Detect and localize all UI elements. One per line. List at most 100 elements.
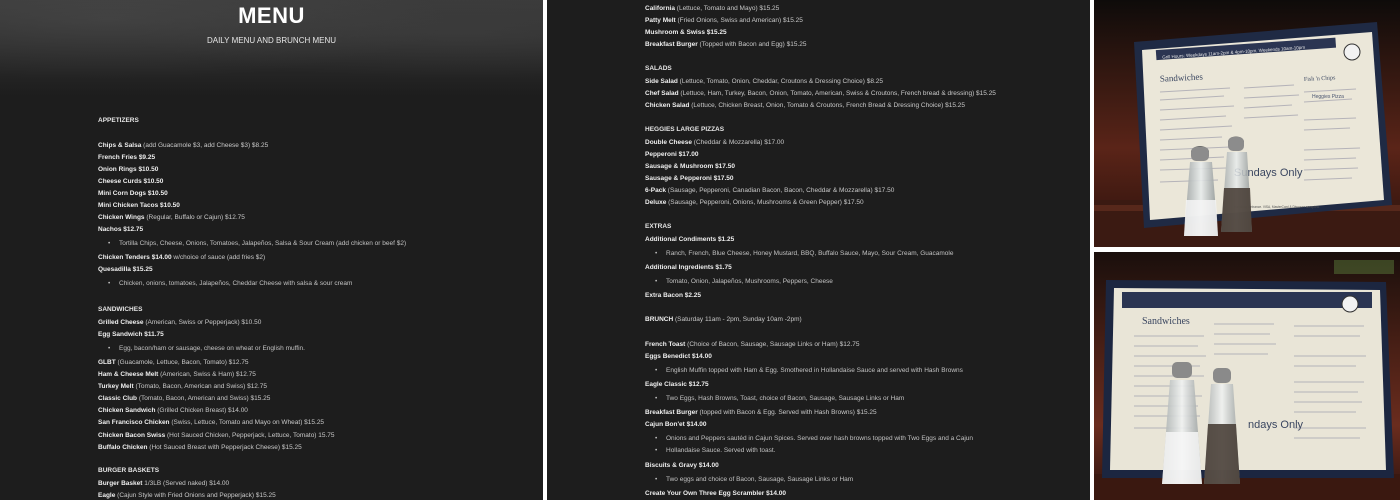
menu-item-name: Chicken Bacon Swiss (98, 432, 166, 439)
menu-item: Nachos $12.75 (98, 225, 143, 234)
menu-item-name: Classic Club (98, 395, 138, 402)
svg-text:Sandwiches: Sandwiches (1142, 316, 1190, 327)
menu-item: French Toast (Choice of Bacon, Sausage, … (645, 340, 860, 349)
menu-item: Onion Rings $10.50 (98, 165, 158, 174)
menu-item-detail: (Lettuce, Tomato, Onion, Cheddar, Crouto… (677, 78, 883, 85)
photo-column: Grill Hours: Weekdays 11am-2pm & 4pm-10p… (1094, 0, 1400, 500)
menu-item: BRUNCH (Saturday 11am - 2pm, Sunday 10am… (645, 315, 802, 324)
photo-pizza-text: Heggies Pizza (1312, 94, 1344, 100)
menu-item-name: California (645, 5, 675, 12)
menu-item-name: Chicken Wings (98, 214, 145, 221)
menu-item: California (Lettuce, Tomato and Mayo) $1… (645, 4, 779, 13)
menu-item-name: Additional Ingredients $1.75 (645, 264, 732, 271)
item-description: Egg, bacon/ham or sausage, cheese on whe… (108, 344, 305, 353)
menu-item-detail: (Hot Sauced Chicken, Pepperjack, Lettuce… (165, 432, 335, 439)
page-subtitle: DAILY MENU AND BRUNCH MENU (206, 36, 337, 45)
menu-item-detail: (Tomato, Bacon, American and Swiss) $12.… (133, 383, 267, 390)
menu-item-name: Turkey Melt (98, 383, 134, 390)
menu-item-name: Nachos $12.75 (98, 226, 144, 233)
menu-item: Quesadilla $15.25 (98, 265, 153, 274)
item-description: Tomato, Onion, Jalapeños, Mushrooms, Pep… (655, 277, 833, 286)
menu-item: Biscuits & Gravy $14.00 (645, 461, 719, 470)
section-heading-heggies-large-pizzas: HEGGIES LARGE PIZZAS (645, 126, 725, 133)
section-heading-salads: SALADS (645, 65, 672, 72)
menu-item: Chicken Tenders $14.00 w/choice of sauce… (98, 253, 265, 262)
menu-item: Double Cheese (Cheddar & Mozzarella) $17… (645, 138, 784, 147)
menu-item: Extra Bacon $2.25 (645, 291, 701, 300)
menu-item: Cajun Bon'et $14.00 (645, 420, 707, 429)
menu-item: Pepperoni $17.00 (645, 150, 698, 159)
menu-item-name: Extra Bacon $2.25 (645, 292, 702, 299)
menu-item: Chef Salad (Lettuce, Ham, Turkey, Bacon,… (645, 89, 996, 98)
menu-item-name: Side Salad (645, 78, 678, 85)
menu-item-detail: (Cheddar & Mozzarella) $17.00 (691, 139, 785, 146)
menu-item-name: Sausage & Mushroom $17.50 (645, 163, 735, 170)
menu-photo-bottom-art: Sandwiches ndays Only (1094, 252, 1400, 500)
menu-item-name: GLBT (98, 359, 116, 366)
menu-item-name: French Toast (645, 341, 686, 348)
menu-item-name: Biscuits & Gravy $14.00 (645, 462, 719, 469)
menu-item: Turkey Melt (Tomato, Bacon, American and… (98, 382, 267, 391)
svg-text:ndays Only: ndays Only (1248, 419, 1304, 431)
menu-item: Sausage & Pepperoni $17.50 (645, 174, 734, 183)
menu-item-detail: (Fried Onions, Swiss and American) $15.2… (675, 17, 803, 24)
menu-item-name: Buffalo Chicken (98, 444, 148, 451)
menu-item: Chicken Wings (Regular, Buffalo or Cajun… (98, 213, 245, 222)
menu-item-name: Grilled Cheese (98, 319, 144, 326)
menu-item: Chicken Salad (Lettuce, Chicken Breast, … (645, 101, 965, 110)
menu-item: Ham & Cheese Melt (American, Swiss & Ham… (98, 370, 256, 379)
item-description: Chicken, onions, tomatoes, Jalapeños, Ch… (108, 279, 352, 288)
menu-item: Patty Melt (Fried Onions, Swiss and Amer… (645, 16, 803, 25)
menu-item-detail: (Lettuce, Chicken Breast, Onion, Tomato … (689, 102, 965, 109)
menu-item-detail: (Lettuce, Ham, Turkey, Bacon, Onion, Tom… (678, 90, 996, 97)
menu-page-left: MENU DAILY MENU AND BRUNCH MENU APPETIZE… (0, 0, 543, 500)
menu-item-name: Deluxe (645, 199, 667, 206)
menu-item-name: Chef Salad (645, 90, 679, 97)
menu-item-name: Quesadilla $15.25 (98, 266, 153, 273)
menu-item-detail: (Saturday 11am - 2pm, Sunday 10am -2pm) (673, 316, 802, 323)
menu-item-name: Chicken Tenders $14.00 (98, 254, 172, 261)
menu-item-detail: (topped with Bacon & Egg. Served with Ha… (697, 409, 877, 416)
menu-item-name: Double Cheese (645, 139, 692, 146)
menu-item-name: Eggs Benedict $14.00 (645, 353, 712, 360)
menu-item: GLBT (Guacamole, Lettuce, Bacon, Tomato)… (98, 358, 249, 367)
menu-item-detail: (Guacamole, Lettuce, Bacon, Tomato) $12.… (115, 359, 249, 366)
item-description: Two Eggs, Hash Browns, Toast, choice of … (655, 394, 904, 403)
menu-item: Mushroom & Swiss $15.25 (645, 28, 727, 37)
item-description: Onions and Peppers sautéd in Cajun Spice… (655, 434, 973, 443)
page-title: MENU (238, 3, 305, 28)
menu-item: 6-Pack (Sausage, Pepperoni, Canadian Bac… (645, 186, 894, 195)
section-heading-extras: EXTRAS (645, 223, 672, 230)
menu-item-name: Additional Condiments $1.25 (645, 236, 735, 243)
menu-item: Breakfast Burger (topped with Bacon & Eg… (645, 408, 877, 417)
menu-item: Buffalo Chicken (Hot Sauced Breast with … (98, 443, 302, 452)
menu-photo-bottom: Sandwiches ndays Only (1094, 252, 1400, 500)
hero-banner: MENU DAILY MENU AND BRUNCH MENU (0, 0, 543, 96)
menu-photo-top-art: Grill Hours: Weekdays 11am-2pm & 4pm-10p… (1094, 0, 1400, 247)
menu-item-name: Breakfast Burger (645, 409, 698, 416)
menu-item-name: 6-Pack (645, 187, 666, 194)
menu-item-name: Chips & Salsa (98, 142, 142, 149)
menu-item-name: Ham & Cheese Melt (98, 371, 159, 378)
menu-item-name: Egg Sandwich $11.75 (98, 331, 164, 338)
menu-item-detail: (Sausage, Pepperoni, Onions, Mushrooms &… (666, 199, 864, 206)
item-description: Hollandaise Sauce. Served with toast. (655, 446, 776, 455)
menu-item: Eagle Classic $12.75 (645, 380, 709, 389)
menu-item: Egg Sandwich $11.75 (98, 330, 164, 339)
menu-item-detail: (Grilled Chicken Breast) $14.00 (155, 407, 248, 414)
item-description: English Muffin topped with Ham & Egg. Sm… (655, 366, 963, 375)
menu-item-name: Eagle (98, 492, 116, 499)
menu-item-name: French Fries $9.25 (98, 154, 156, 161)
menu-item-name: San Francisco Chicken (98, 419, 170, 426)
menu-item-name: Mini Chicken Tacos $10.50 (98, 202, 180, 209)
menu-item: Side Salad (Lettuce, Tomato, Onion, Ched… (645, 77, 883, 86)
section-heading-burger-baskets: BURGER BASKETS (98, 467, 160, 474)
menu-item-detail: (add Guacamole $3, add Cheese $3) $8.25 (141, 142, 269, 149)
menu-item-name: Burger Basket (98, 480, 143, 487)
menu-page-middle: California (Lettuce, Tomato and Mayo) $1… (547, 0, 1090, 500)
menu-item: Eagle (Cajun Style with Fried Onions and… (98, 491, 276, 500)
menu-item-name: Cajun Bon'et $14.00 (645, 421, 707, 428)
menu-photo-top: Grill Hours: Weekdays 11am-2pm & 4pm-10p… (1094, 0, 1400, 247)
menu-item-detail: (Swiss, Lettuce, Tomato and Mayo on Whea… (169, 419, 325, 426)
menu-item-name: Chicken Sandwich (98, 407, 156, 414)
